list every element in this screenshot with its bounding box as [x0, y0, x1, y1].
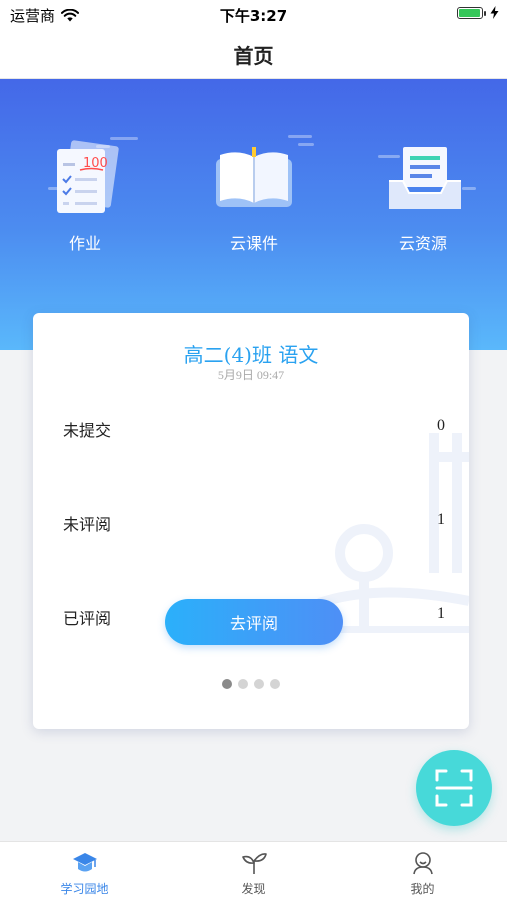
- homework-icon: 100: [15, 134, 155, 224]
- tab-label: 学习园地: [60, 882, 109, 896]
- battery-icon: [457, 6, 486, 19]
- scan-button[interactable]: [416, 750, 492, 826]
- navigation-bar: 首页: [0, 28, 507, 79]
- pager-dots[interactable]: [33, 679, 469, 689]
- class-subject-title: 高二(4)班 语文: [183, 343, 319, 367]
- shortcut-label: 云课件: [229, 234, 278, 253]
- shortcut-resources[interactable]: 云资源: [353, 134, 493, 254]
- status-time: 下午3:27: [219, 7, 288, 25]
- charging-bolt-icon: [490, 6, 499, 19]
- reviewed-count: 1: [437, 605, 445, 622]
- status-bar: 运营商 下午3:27: [0, 0, 507, 28]
- open-book-icon: [184, 134, 324, 224]
- tab-study-garden[interactable]: 学习园地: [0, 848, 169, 897]
- not-submitted-label: 未提交: [63, 421, 112, 440]
- go-review-button[interactable]: 去评阅: [165, 599, 343, 645]
- graduation-cap-icon: [72, 853, 97, 872]
- page-title: 首页: [233, 44, 274, 68]
- not-reviewed-count: 1: [437, 511, 445, 528]
- sprout-icon: [241, 853, 267, 874]
- inbox-tray-icon: [353, 134, 493, 224]
- shortcut-label: 作业: [68, 234, 101, 253]
- tab-label: 发现: [241, 882, 266, 896]
- pager-dot[interactable]: [222, 679, 232, 689]
- status-right: [457, 6, 499, 19]
- tab-label: 我的: [410, 882, 435, 896]
- tab-bar: 学习园地 发现 我的: [0, 841, 507, 901]
- user-icon: [412, 852, 433, 875]
- pager-dot[interactable]: [270, 679, 280, 689]
- shortcut-homework[interactable]: 100 作业: [15, 134, 155, 254]
- shortcut-courseware[interactable]: 云课件: [184, 134, 324, 254]
- reviewed-label: 已评阅: [63, 609, 112, 628]
- hero-banner: 100 作业 云课件 云资源: [0, 79, 507, 350]
- not-submitted-count: 0: [437, 417, 445, 434]
- tab-discover[interactable]: 发现: [169, 848, 338, 897]
- card-date: 5月9日 09:47: [217, 368, 285, 382]
- tab-mine[interactable]: 我的: [338, 848, 507, 897]
- shortcut-label: 云资源: [398, 234, 447, 253]
- pager-dot[interactable]: [254, 679, 264, 689]
- not-reviewed-label: 未评阅: [63, 515, 112, 534]
- homework-summary-card[interactable]: 高二(4)班 语文 5月9日 09:47 未提交 0 未评阅 1 已评阅 1 去…: [33, 313, 469, 729]
- scan-icon: [435, 769, 473, 807]
- pager-dot[interactable]: [238, 679, 248, 689]
